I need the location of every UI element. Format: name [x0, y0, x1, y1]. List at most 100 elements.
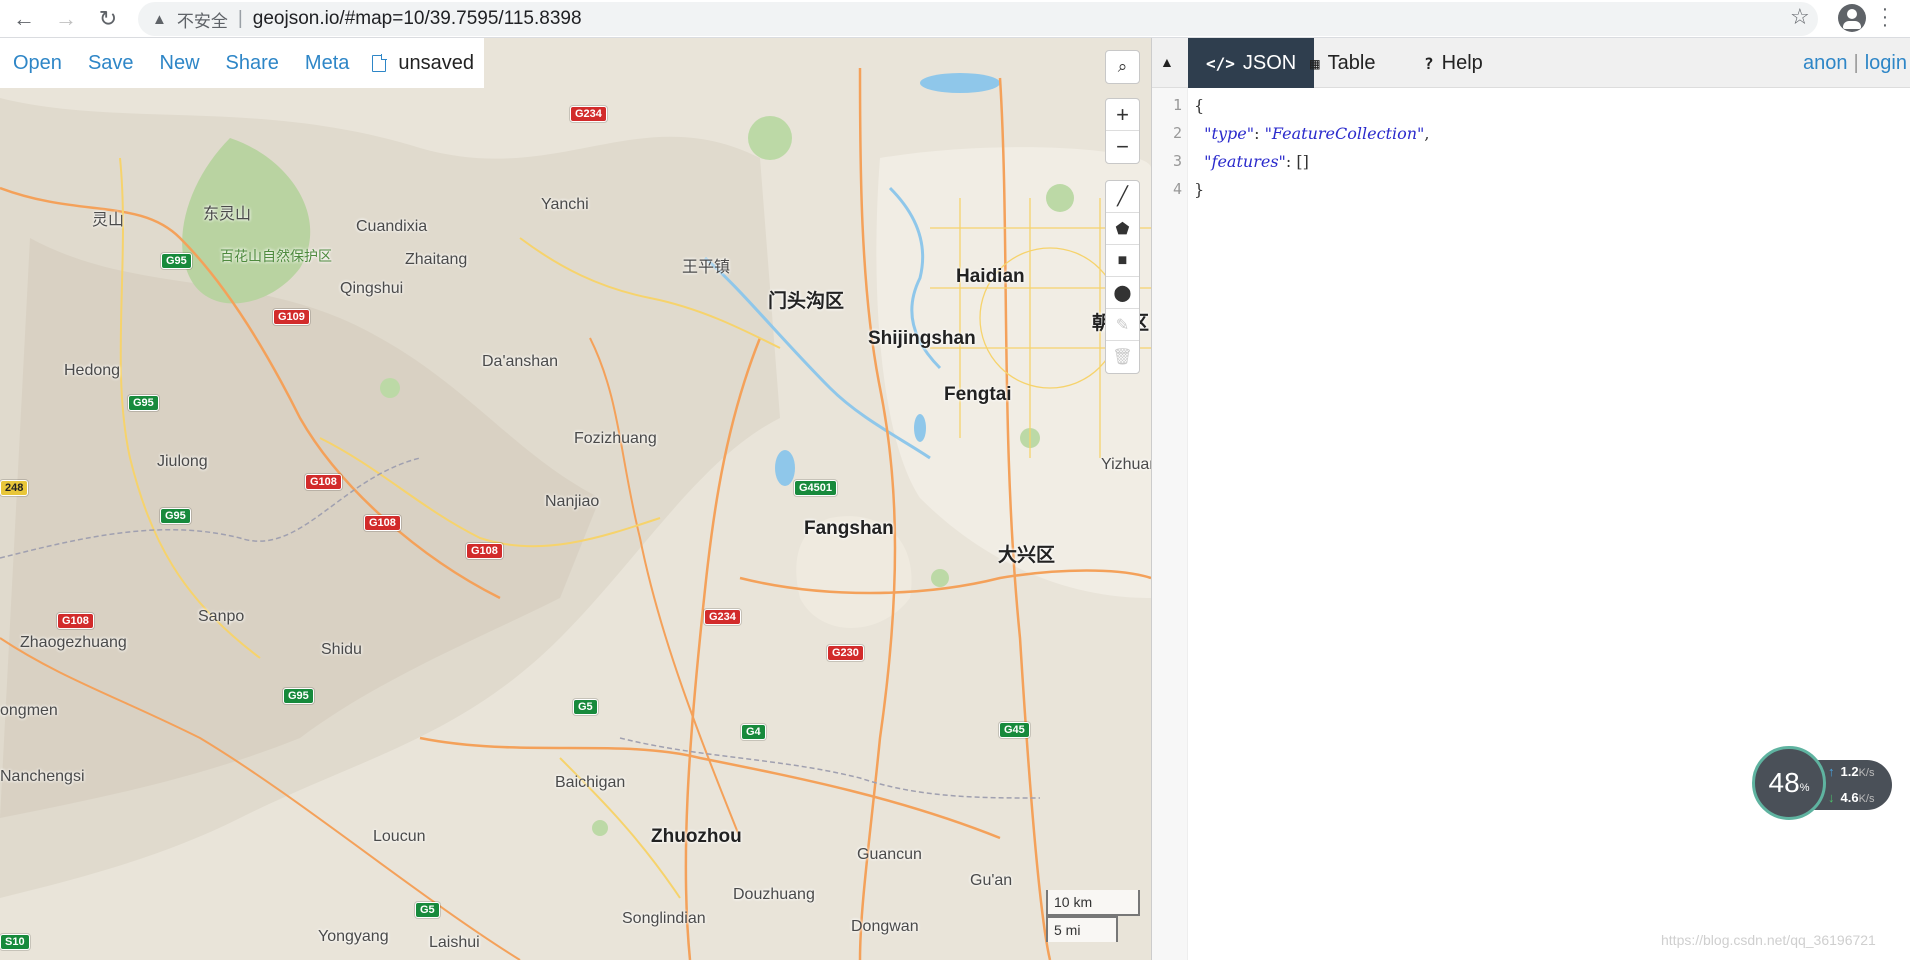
upload-unit: K/s — [1858, 767, 1875, 779]
road-shield: G234 — [704, 609, 741, 625]
code-line: "type": "FeatureCollection", — [1204, 124, 1430, 143]
file-status[interactable]: unsaved — [372, 52, 474, 75]
watermark: https://blog.csdn.net/qq_36196721 — [1661, 932, 1876, 948]
forward-button[interactable]: → — [48, 4, 84, 34]
map-view[interactable]: 灵山 东灵山 百花山自然保护区 Cuandixia Yanchi Zhaitan… — [0, 38, 1151, 960]
file-status-label: unsaved — [398, 51, 475, 74]
marker-icon[interactable]: ⬤ — [1106, 277, 1139, 309]
map-label: Qingshui — [340, 280, 404, 297]
browser-toolbar: ← → ↻ ▲ 不安全 | geojson.io/#map=10/39.7595… — [0, 0, 1910, 38]
security-label: 不安全 — [176, 11, 228, 32]
login-link[interactable]: login — [1865, 52, 1907, 74]
cpu-percent-unit: % — [1799, 782, 1810, 794]
map-label: Zhaitang — [405, 251, 468, 268]
tab-table-label: Table — [1327, 51, 1376, 74]
meta-button[interactable]: Meta — [305, 52, 349, 75]
open-button[interactable]: Open — [13, 52, 62, 75]
download-unit: K/s — [1858, 793, 1875, 805]
tab-help-label: Help — [1441, 51, 1483, 74]
save-button[interactable]: Save — [88, 52, 134, 75]
map-label: Jiulong — [157, 453, 208, 470]
user-links-divider: | — [1853, 52, 1859, 74]
map-label: 灵山 — [92, 210, 125, 229]
road-shield: G4501 — [794, 480, 838, 496]
zoom-control: + − — [1105, 98, 1140, 164]
back-button[interactable]: ← — [6, 4, 42, 34]
road-shield: G95 — [283, 688, 314, 704]
rectangle-icon[interactable]: ■ — [1106, 245, 1139, 277]
code-line: "features": [] — [1204, 152, 1309, 171]
map-label: 东灵山 — [203, 204, 252, 223]
road-shield: S10 — [0, 934, 30, 950]
code-line: } — [1194, 180, 1204, 199]
trash-icon[interactable]: 🗑 — [1106, 341, 1139, 373]
map-label: Haidian — [956, 266, 1025, 287]
map-label: Yanchi — [541, 196, 589, 213]
json-value: "FeatureCollection" — [1264, 124, 1425, 143]
editor-gutter: 1 2 3 4 — [1152, 88, 1188, 960]
question-icon: ? — [1424, 53, 1434, 73]
share-button[interactable]: Share — [226, 52, 279, 75]
user-links: anon | login — [1803, 52, 1907, 75]
edit-icon[interactable]: ✎ — [1106, 309, 1139, 341]
line-number: 2 — [1172, 124, 1182, 142]
bookmark-star-icon[interactable]: ☆ — [1790, 4, 1810, 30]
road-shield: G108 — [364, 515, 401, 531]
browser-menu-icon[interactable]: · · · — [1880, 0, 1890, 35]
anon-link[interactable]: anon — [1803, 52, 1848, 74]
profile-avatar-icon[interactable] — [1838, 4, 1866, 32]
map-label: Dongwan — [851, 918, 919, 935]
road-shield: G95 — [161, 253, 192, 269]
json-key: "type" — [1204, 124, 1255, 143]
map-label: 门头沟区 — [768, 290, 845, 312]
line-number: 4 — [1172, 180, 1182, 198]
road-shield: 248 — [0, 480, 29, 496]
reload-button[interactable]: ↻ — [90, 4, 126, 34]
map-label: Zhuozhou — [651, 826, 742, 847]
draw-toolbar: ╱ ⬟ ■ ⬤ ✎ 🗑 — [1105, 180, 1140, 374]
road-shield: G5 — [573, 699, 598, 715]
search-icon[interactable]: ⌕ — [1106, 51, 1139, 83]
map-label: 大兴区 — [998, 544, 1056, 566]
road-shield: G234 — [570, 106, 607, 122]
zoom-out-button[interactable]: − — [1106, 131, 1139, 163]
road-shield: G5 — [415, 902, 440, 918]
address-separator: | — [237, 8, 243, 29]
polygon-icon[interactable]: ⬟ — [1106, 213, 1139, 245]
line-number: 1 — [1172, 96, 1182, 114]
map-label: Guancun — [857, 846, 922, 863]
road-shield: G108 — [466, 543, 503, 559]
url-text[interactable]: geojson.io/#map=10/39.7595/115.8398 — [253, 8, 582, 30]
road-shield: G108 — [305, 474, 342, 490]
upload-speed: ↑ 1.2K/s — [1828, 764, 1874, 779]
upload-arrow-icon: ↑ — [1828, 764, 1835, 779]
road-shield: G95 — [128, 395, 159, 411]
line-icon[interactable]: ╱ — [1106, 181, 1139, 213]
code-brace-open: { — [1194, 96, 1205, 115]
map-label: Fengtai — [944, 384, 1012, 405]
collapse-icon[interactable]: ▲ — [1160, 54, 1174, 70]
map-label: Zhaogezhuang — [20, 634, 127, 651]
download-speed: ↓ 4.6K/s — [1828, 790, 1874, 805]
zoom-in-button[interactable]: + — [1106, 99, 1139, 131]
map-label: Fozizhuang — [574, 430, 657, 447]
network-speed-widget[interactable]: 48% ↑ 1.2K/s ↓ 4.6K/s — [1752, 746, 1898, 820]
map-label: Loucun — [373, 828, 426, 845]
download-value: 4.6 — [1840, 790, 1859, 805]
map-label: 王平镇 — [682, 257, 731, 276]
panel-tabs: ▲ </> JSON ▦ Table ? Help anon | login — [1152, 38, 1910, 88]
map-menu-bar: Open Save New Share Meta unsaved — [0, 38, 485, 88]
warning-icon: ▲ — [152, 10, 167, 28]
map-label: Shijingshan — [868, 328, 976, 349]
new-button[interactable]: New — [160, 52, 200, 75]
tab-table[interactable]: ▦ Table — [1292, 38, 1393, 88]
cpu-usage-gauge: 48% — [1752, 746, 1826, 820]
map-label: Nanjiao — [545, 493, 600, 510]
json-value: [] — [1296, 152, 1309, 171]
map-label: Gu'an — [970, 872, 1013, 889]
map-label: ongmen — [0, 702, 58, 719]
table-icon: ▦ — [1310, 53, 1320, 73]
tab-help[interactable]: ? Help — [1406, 38, 1501, 88]
address-bar[interactable]: ▲ 不安全 | geojson.io/#map=10/39.7595/115.8… — [138, 2, 1818, 36]
json-key: "features" — [1204, 152, 1286, 171]
